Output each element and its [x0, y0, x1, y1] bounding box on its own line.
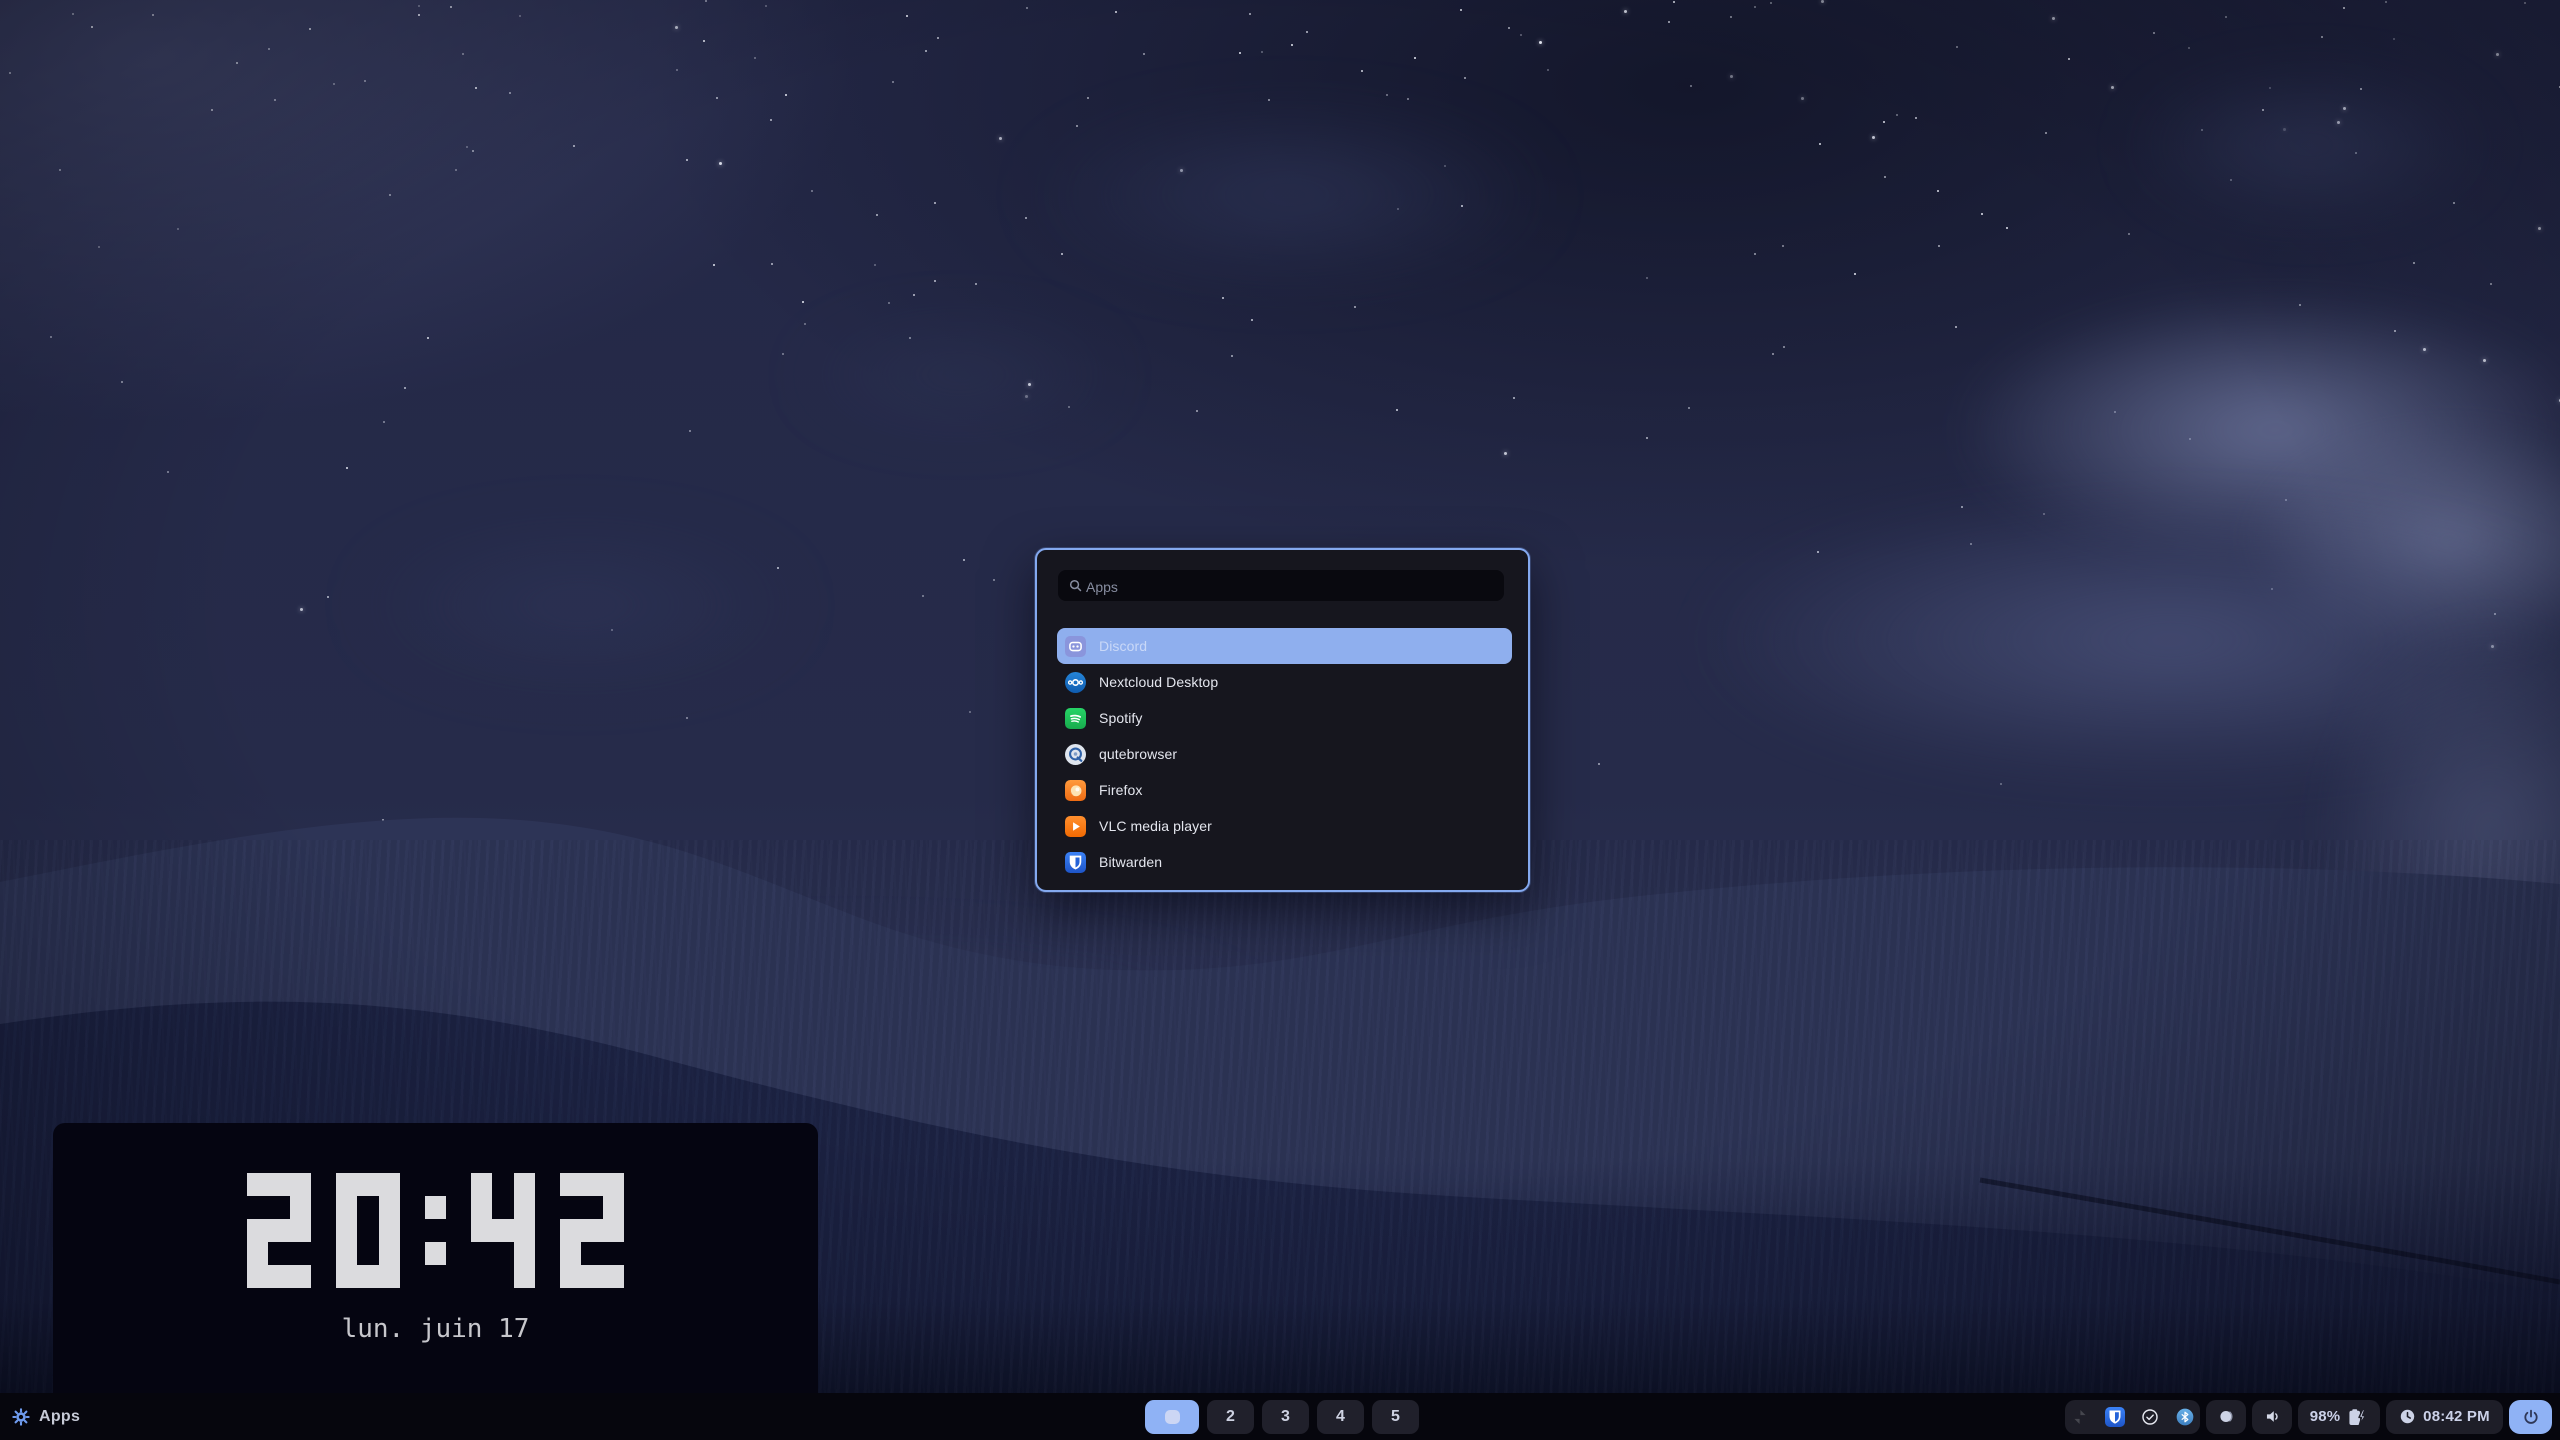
workspace-2[interactable]: 2 [1207, 1400, 1254, 1434]
app-label: Discord [1099, 638, 1147, 654]
power-icon [2522, 1408, 2540, 1426]
list-item-vlc-media-player[interactable]: VLC media player [1057, 808, 1512, 844]
volume-icon [2263, 1407, 2282, 1426]
workspace-3[interactable]: 3 [1262, 1400, 1309, 1434]
firefox-icon [1065, 780, 1086, 801]
taskbar-left: Apps [0, 1408, 1145, 1426]
search-input[interactable] [1084, 570, 1493, 603]
clock-date: lun. juin 17 [342, 1314, 530, 1344]
volume-control[interactable] [2252, 1400, 2292, 1434]
tray-clock[interactable]: 08:42 PM [2386, 1400, 2503, 1434]
vlc-icon [1065, 816, 1086, 837]
app-label: Firefox [1099, 782, 1143, 798]
taskbar: Apps 2345 98% 08:42 PM [0, 1393, 2560, 1440]
workspace-switcher: 2345 [1145, 1400, 1419, 1434]
bitwarden-icon[interactable] [2105, 1407, 2125, 1427]
list-item-nextcloud-desktop[interactable]: Nextcloud Desktop [1057, 664, 1512, 700]
search-box[interactable] [1058, 570, 1504, 601]
clock-digit [471, 1173, 535, 1288]
nextcloud-icon [1065, 672, 1086, 693]
search-icon [1068, 578, 1083, 593]
discord-icon [1065, 636, 1086, 657]
qutebrowser-icon [1065, 744, 1086, 765]
tray-clock-time: 08:42 PM [2423, 1408, 2490, 1425]
app-label: VLC media player [1099, 818, 1212, 834]
apps-menu-button[interactable]: Apps [12, 1408, 80, 1426]
list-item-qutebrowser[interactable]: qutebrowser [1057, 736, 1512, 772]
tray-status-pill[interactable] [2065, 1400, 2200, 1434]
app-list: Discord Nextcloud Desktop Spotify qutebrows… [1057, 628, 1512, 880]
transfer-arrows-icon[interactable] [2070, 1407, 2090, 1427]
night-light-icon [2217, 1407, 2236, 1426]
clock-colon [425, 1173, 446, 1288]
list-item-discord[interactable]: Discord [1057, 628, 1512, 664]
night-light-toggle[interactable] [2206, 1400, 2246, 1434]
battery-charging-icon [2345, 1406, 2368, 1428]
gear-icon [12, 1408, 30, 1426]
taskbar-tray: 98% 08:42 PM [1419, 1400, 2560, 1434]
clock-icon [2399, 1408, 2416, 1425]
clock-widget: lun. juin 17 [53, 1123, 818, 1393]
active-workspace-indicator [1165, 1410, 1180, 1424]
list-item-firefox[interactable]: Firefox [1057, 772, 1512, 808]
app-launcher: Discord Nextcloud Desktop Spotify qutebrows… [1035, 548, 1530, 892]
app-label: Bitwarden [1099, 854, 1162, 870]
battery-indicator[interactable]: 98% [2298, 1400, 2380, 1434]
clock-digit [560, 1173, 624, 1288]
bluetooth-icon[interactable] [2175, 1407, 2195, 1427]
list-item-spotify[interactable]: Spotify [1057, 700, 1512, 736]
workspace-4[interactable]: 4 [1317, 1400, 1364, 1434]
battery-percent: 98% [2310, 1408, 2341, 1425]
clock-digit [336, 1173, 400, 1288]
workspace-1-active[interactable] [1145, 1400, 1199, 1434]
app-label: Nextcloud Desktop [1099, 674, 1218, 690]
apps-menu-label: Apps [39, 1408, 80, 1426]
desktop: lun. juin 17 Discord Nextcloud Desktop Spo… [0, 0, 2560, 1440]
app-label: qutebrowser [1099, 746, 1177, 762]
check-circle-icon[interactable] [2140, 1407, 2160, 1427]
spotify-icon [1065, 708, 1086, 729]
clock-time [247, 1173, 624, 1288]
power-button[interactable] [2509, 1400, 2552, 1434]
workspace-5[interactable]: 5 [1372, 1400, 1419, 1434]
bitwarden-icon [1065, 852, 1086, 873]
clock-digit [247, 1173, 311, 1288]
list-item-bitwarden[interactable]: Bitwarden [1057, 844, 1512, 880]
app-label: Spotify [1099, 710, 1143, 726]
